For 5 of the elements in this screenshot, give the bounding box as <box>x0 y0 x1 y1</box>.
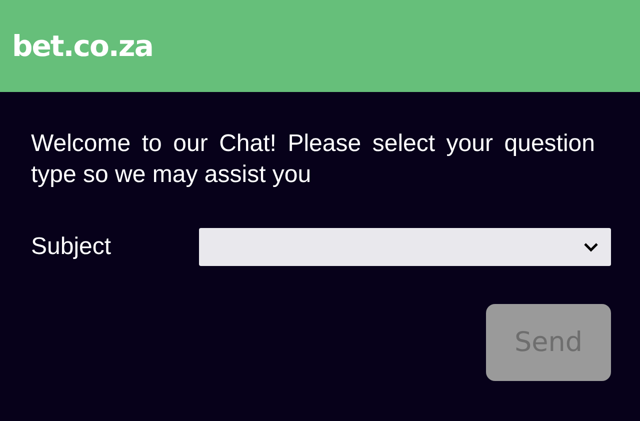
welcome-text: Welcome to our Chat! Please select your question type so we may assist you <box>31 129 596 190</box>
logo: bet.co.za <box>12 29 153 63</box>
subject-dropdown[interactable] <box>199 228 611 266</box>
chevron-down-icon <box>583 242 599 252</box>
subject-label: Subject <box>31 233 112 261</box>
